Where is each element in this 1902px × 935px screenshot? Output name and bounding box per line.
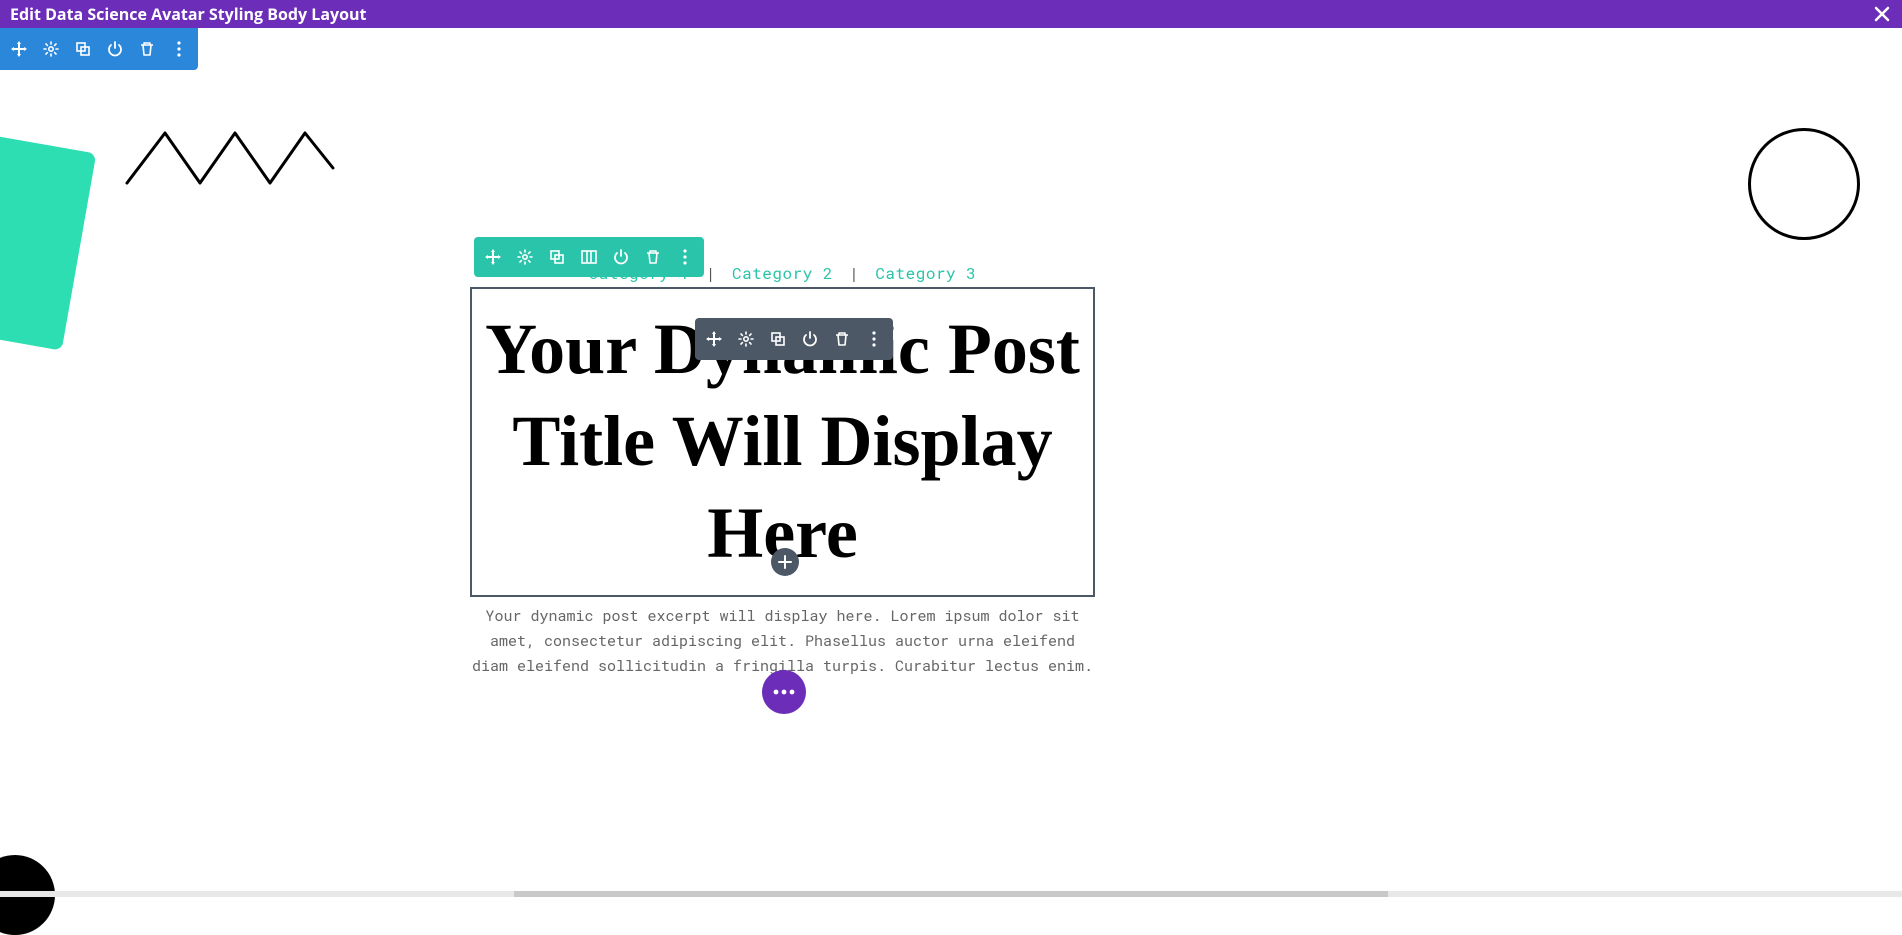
expand-menu-button[interactable] <box>762 670 806 714</box>
row-toolbar <box>474 237 704 277</box>
bottom-divider <box>0 891 1902 897</box>
delete-icon[interactable] <box>138 40 156 58</box>
settings-icon[interactable] <box>516 248 534 266</box>
category-link[interactable]: Category 2 <box>732 263 833 284</box>
decorative-teal-shape <box>0 129 96 350</box>
add-module-button[interactable] <box>771 548 799 576</box>
page-title: Edit Data Science Avatar Styling Body La… <box>10 3 366 25</box>
more-icon[interactable] <box>676 248 694 266</box>
more-icon[interactable] <box>865 330 883 348</box>
power-icon[interactable] <box>612 248 630 266</box>
post-excerpt: Your dynamic post excerpt will display h… <box>470 604 1095 678</box>
top-bar: Edit Data Science Avatar Styling Body La… <box>0 0 1902 28</box>
duplicate-icon[interactable] <box>74 40 92 58</box>
plus-icon <box>778 555 792 569</box>
decorative-circle <box>1748 128 1860 240</box>
decorative-zigzag <box>125 128 335 188</box>
move-icon[interactable] <box>705 330 723 348</box>
module-toolbar <box>695 318 893 360</box>
close-button[interactable] <box>1872 4 1892 24</box>
category-separator: | <box>849 263 859 284</box>
more-icon[interactable] <box>170 40 188 58</box>
close-icon <box>1874 6 1890 22</box>
move-icon[interactable] <box>484 248 502 266</box>
dots-horizontal-icon <box>773 689 795 695</box>
category-link[interactable]: Category 3 <box>875 263 976 284</box>
power-icon[interactable] <box>106 40 124 58</box>
delete-icon[interactable] <box>644 248 662 266</box>
settings-icon[interactable] <box>737 330 755 348</box>
power-icon[interactable] <box>801 330 819 348</box>
settings-icon[interactable] <box>42 40 60 58</box>
category-separator: | <box>706 263 716 284</box>
duplicate-icon[interactable] <box>548 248 566 266</box>
move-icon[interactable] <box>10 40 28 58</box>
section-toolbar <box>0 28 198 70</box>
delete-icon[interactable] <box>833 330 851 348</box>
columns-icon[interactable] <box>580 248 598 266</box>
duplicate-icon[interactable] <box>769 330 787 348</box>
